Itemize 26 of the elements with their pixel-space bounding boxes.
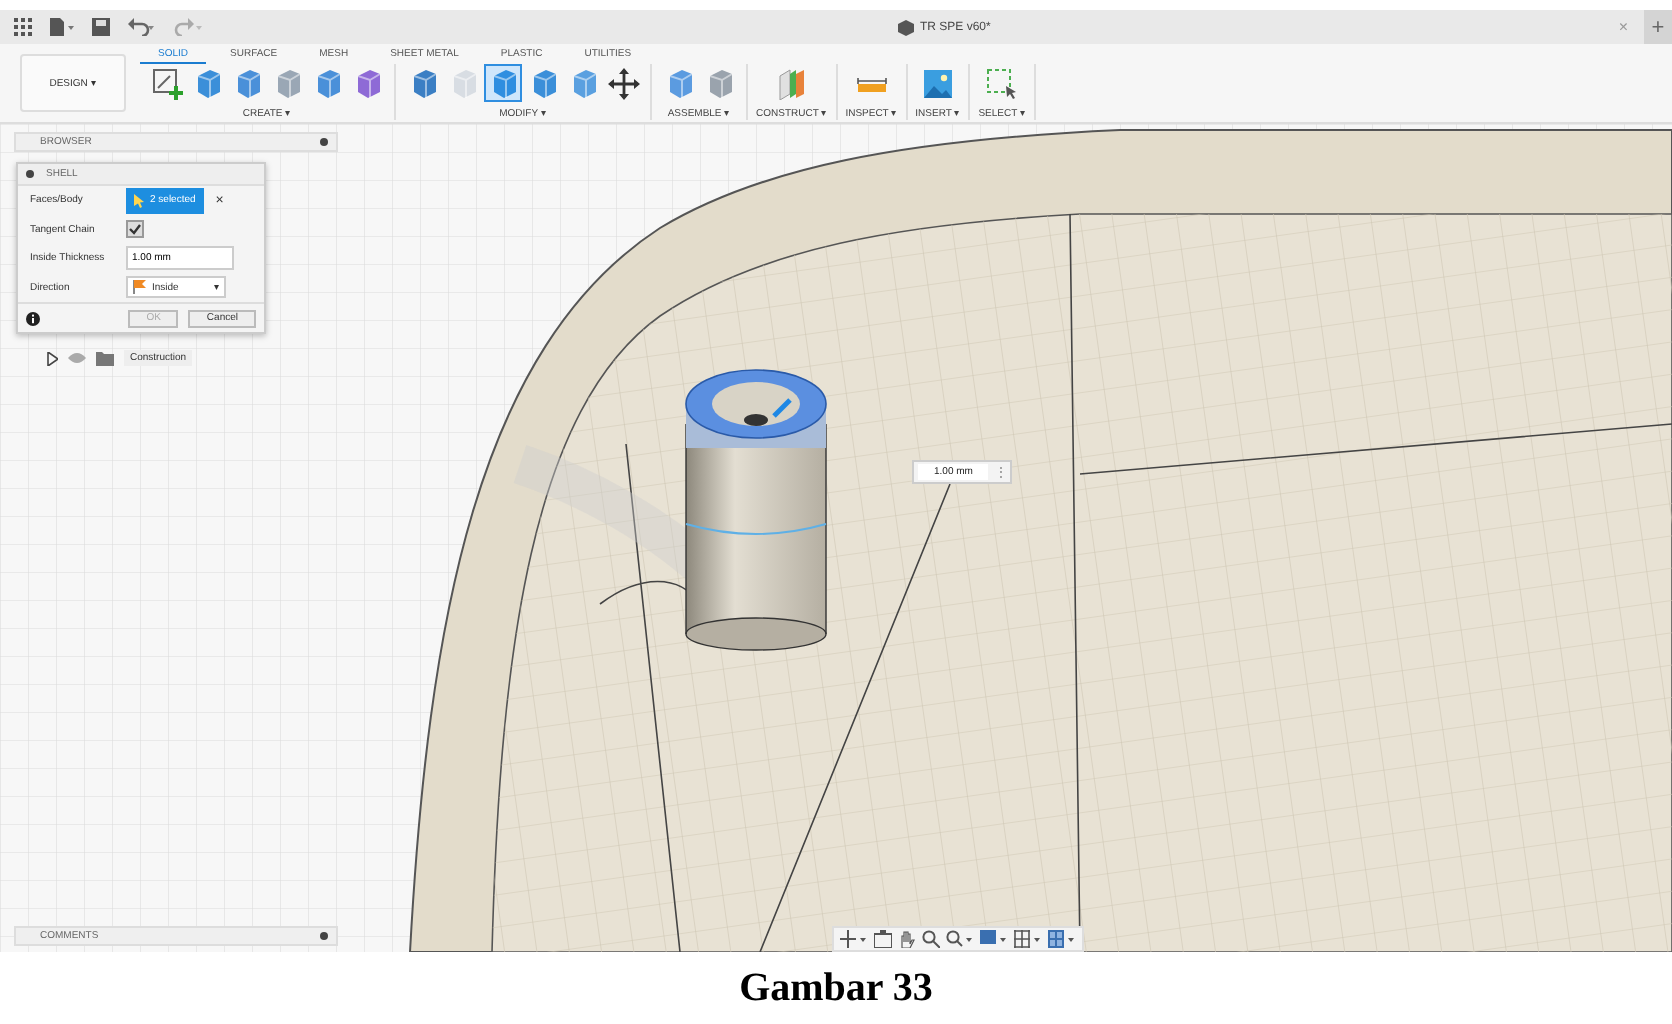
figure-caption: Gambar 33 [737,963,935,1013]
undo-icon[interactable] [128,18,156,36]
grid-icon[interactable] [1014,930,1042,948]
flag-icon [132,280,148,295]
move-arrows-icon [607,67,639,99]
new-tab-button[interactable]: + [1644,10,1672,44]
checkbox[interactable] [126,220,144,239]
info-icon[interactable] [26,311,40,325]
tool-button[interactable] [148,64,186,102]
planes-icon [775,67,808,99]
expand-arrow-icon[interactable] [46,351,58,365]
orbit-icon[interactable] [840,930,868,948]
save-icon[interactable] [92,18,110,36]
zoom-icon[interactable] [922,930,940,948]
zoom-window-icon[interactable] [946,930,974,948]
tool-button[interactable] [604,64,642,102]
cube-icon [898,19,914,35]
sketch-icon [151,67,183,99]
display-icon[interactable] [980,930,1008,948]
grid-menu-icon[interactable] [14,18,32,36]
file-icon[interactable] [50,18,74,36]
selection-box-icon [986,67,1019,99]
viewports-icon[interactable] [1048,930,1076,948]
camera-icon[interactable] [874,930,892,948]
pointer-icon [134,193,144,208]
image-icon [921,67,954,99]
